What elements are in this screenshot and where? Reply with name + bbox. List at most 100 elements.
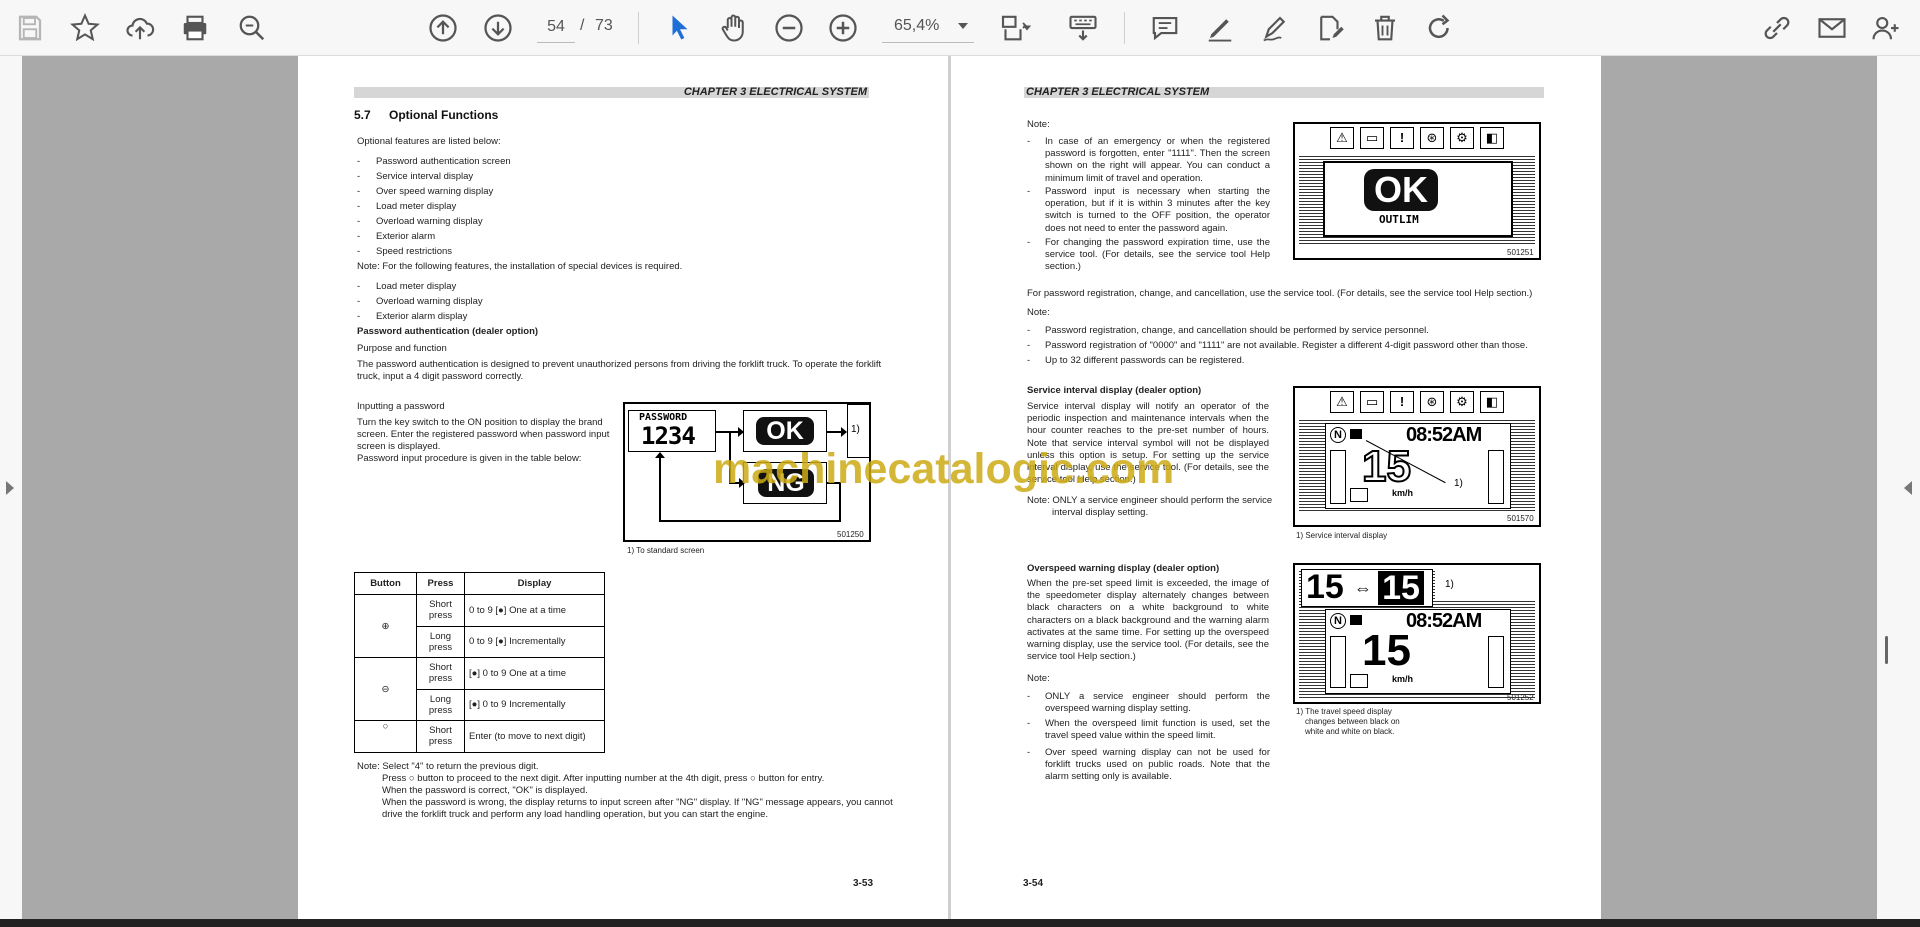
callout-label: 1): [851, 424, 860, 435]
callout-area: 1): [1435, 569, 1535, 601]
page-separator: /: [580, 17, 585, 34]
share-link-icon[interactable]: [1757, 8, 1797, 48]
previous-page-icon[interactable]: [423, 8, 463, 48]
service-note: interval display setting.: [1052, 507, 1149, 518]
gear-icon: ⚙: [1450, 127, 1474, 149]
edit-document-icon[interactable]: [1310, 8, 1350, 48]
purpose-line: truck, input a 4 digit password correctl…: [357, 371, 524, 382]
zoom-level-select[interactable]: 65,4%: [882, 11, 974, 43]
feature-item: Overload warning display: [376, 216, 483, 227]
note-special: Note: For the following features, the in…: [357, 261, 683, 272]
oil-icon: ⊛: [1420, 391, 1444, 413]
speed-value: 15: [1361, 441, 1412, 492]
save-icon[interactable]: [10, 8, 50, 48]
add-user-icon[interactable]: [1866, 8, 1906, 48]
note-item: Password registration, change, and cance…: [1045, 325, 1429, 336]
redo-icon[interactable]: [1420, 8, 1460, 48]
note-label: Note:: [1027, 307, 1050, 318]
select-cursor-icon[interactable]: [660, 8, 700, 48]
right-sidebar-strip: [1877, 56, 1920, 919]
table-row: ⊖ Short press [●] 0 to 9 One at a time: [354, 657, 605, 721]
registration-line: For password registration, change, and c…: [1027, 288, 1533, 299]
figure-code: 501252: [1507, 693, 1534, 702]
ok-label: OK: [1364, 169, 1438, 211]
overspeed-text: When the pre-set speed limit is exceeded…: [1027, 578, 1269, 663]
display-inner: N 08:52AM 15 km/h: [1325, 609, 1511, 694]
feature-item: Over speed warning display: [376, 186, 494, 197]
trash-icon[interactable]: [1365, 8, 1405, 48]
press-cell: Long press: [416, 625, 465, 658]
feature-item: Service interval display: [376, 171, 474, 182]
page-number-input[interactable]: [537, 11, 575, 43]
bottom-note: drive the forklift truck and perform any…: [382, 809, 769, 820]
callout-label: 1): [1445, 579, 1454, 590]
note-item: ONLY a service engineer should perform t…: [1045, 691, 1270, 715]
chapter-header: CHAPTER 3 ELECTRICAL SYSTEM: [354, 87, 869, 98]
display-cell: [●] 0 to 9 Incrementally: [464, 688, 605, 721]
note-item: When the overspeed limit function is use…: [1045, 718, 1270, 742]
expand-right-panel-icon[interactable]: [1904, 481, 1912, 495]
display-cell: 0 to 9 [●] Incrementally: [464, 625, 605, 658]
email-icon[interactable]: [1812, 8, 1852, 48]
clock-time: 08:52AM: [1406, 424, 1482, 446]
ok-label: OK: [756, 417, 814, 445]
figure-caption: 1) Service interval display: [1296, 531, 1388, 540]
table-row: ○ Short press Enter (to move to next dig…: [354, 720, 605, 753]
upload-cloud-icon[interactable]: [120, 8, 160, 48]
password-value: 1234: [641, 422, 696, 450]
speed-white: 15: [1378, 571, 1424, 605]
display-cell: 0 to 9 [●] One at a time: [464, 594, 605, 627]
status-icon-row: ⚠ ▭ ! ⊛ ⚙ ◧: [1299, 391, 1535, 415]
special-feature-item: Overload warning display: [376, 296, 483, 307]
note-item: Password input is necessary when startin…: [1045, 186, 1270, 234]
gear-icon: ⚙: [1450, 391, 1474, 413]
toolbar-divider: [638, 12, 639, 44]
print-icon[interactable]: [175, 8, 215, 48]
bookmark-star-icon[interactable]: [65, 8, 105, 48]
special-feature-item: Load meter display: [376, 281, 457, 292]
figure-caption: 1) To standard screen: [627, 546, 705, 555]
hand-tool-icon[interactable]: [714, 8, 754, 48]
button-press-table: Button Press Display ⊕ Short press 0 to …: [354, 572, 605, 753]
overspeed-figure: 15 ⇔ 15 1) N 08:52AM 15 km/h 501252: [1293, 563, 1541, 704]
press-cell: Long press: [416, 688, 465, 721]
speed-toggle-box: 15 ⇔ 15: [1301, 568, 1433, 607]
display-panel: N 08:52AM 15 km/h 1): [1299, 418, 1535, 513]
zoom-level-value: 65,4%: [894, 17, 940, 34]
figure-caption: white and white on black.: [1305, 727, 1395, 736]
forklift-icon: [1350, 488, 1368, 502]
zoom-out-icon[interactable]: [769, 8, 809, 48]
gear-position-label: N: [1330, 427, 1346, 443]
zoom-search-icon[interactable]: [232, 8, 272, 48]
speed-unit: km/h: [1392, 488, 1414, 498]
display-inner: OK OUTLIM: [1323, 161, 1513, 237]
comment-icon[interactable]: [1145, 8, 1185, 48]
draw-signature-icon[interactable]: [1255, 8, 1295, 48]
toggle-arrow: ⇔: [1354, 578, 1372, 598]
expand-left-panel-icon[interactable]: [6, 481, 14, 495]
highlight-pen-icon[interactable]: [1200, 8, 1240, 48]
alert-icon: !: [1390, 127, 1414, 149]
feature-item: Speed restrictions: [376, 246, 453, 257]
callout-label: 1): [1454, 478, 1463, 489]
zoom-in-icon[interactable]: [823, 8, 863, 48]
note-item: For changing the password expiration tim…: [1045, 237, 1270, 273]
section-number: 5.7: [354, 108, 371, 122]
purpose-line: The password authentication is designed …: [357, 359, 882, 370]
gear-position-label: N: [1330, 613, 1346, 629]
next-page-icon[interactable]: [478, 8, 518, 48]
chevron-down-icon[interactable]: [1020, 8, 1034, 48]
keyboard-scroll-icon[interactable]: [1063, 8, 1103, 48]
note-label: Note:: [1027, 673, 1050, 684]
input-line: Password input procedure is given in the…: [357, 453, 582, 464]
outlim-screen-figure: ⚠ ▭ ! ⊛ ⚙ ◧ OK OUTLIM 501251: [1293, 122, 1541, 260]
toolbar: / 73 65,4%: [0, 0, 1920, 56]
figure-caption: 1) The travel speed display: [1296, 707, 1392, 716]
note-item: Up to 32 different passwords can be regi…: [1045, 355, 1245, 366]
engine-icon: ◧: [1480, 127, 1504, 149]
scrollbar-thumb[interactable]: [1885, 636, 1888, 664]
press-cell: Short press: [416, 657, 465, 690]
note-item: In case of an emergency or when the regi…: [1045, 136, 1270, 184]
outlim-label: OUTLIM: [1379, 213, 1419, 226]
warning-icon: ⚠: [1330, 127, 1354, 149]
